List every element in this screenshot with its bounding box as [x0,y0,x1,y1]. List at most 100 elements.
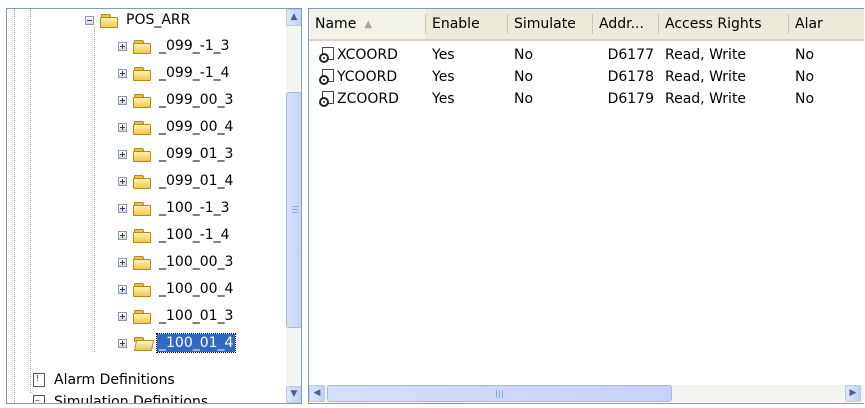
tree-node-folder[interactable]: _100_00_4 [118,279,235,299]
expand-toggle-icon[interactable] [118,203,127,213]
expand-toggle-icon[interactable] [118,41,127,51]
tree-node-label: _099_00_4 [159,119,234,135]
column-header-simulate[interactable]: Simulate [508,9,593,39]
tree-node-label: POS_ARR [126,12,191,28]
folder-icon [133,93,152,108]
cell-access-rights: Read, Write [665,69,747,85]
cell-address: D6177 [607,47,654,63]
cell-address: D6179 [607,91,654,107]
tree-node-folder[interactable]: _099_01_4 [118,171,235,191]
folder-icon [133,201,152,216]
folder-icon [133,174,152,189]
expand-toggle-icon[interactable] [118,230,127,240]
tree-node-folder[interactable]: _100_-1_3 [118,198,232,218]
cell-name: ZCOORD [309,91,426,107]
tree-node-alarm-definitions[interactable]: ! Alarm Definitions [31,370,177,390]
tree-node-label: _100_00_4 [159,281,234,297]
tree-node-label: _100_01_3 [159,308,234,324]
collapse-toggle-icon[interactable] [85,15,94,25]
cell-simulate: No [514,47,534,63]
tree-node-label: _099_-1_3 [159,38,230,54]
tag-icon [319,47,335,63]
folder-icon [133,255,152,270]
cell-simulate: No [514,69,534,85]
tree-node-folder[interactable]: _099_00_4 [118,117,235,137]
folder-icon [133,309,152,324]
column-header-label: Access Rights [665,16,762,32]
column-header-address[interactable]: Addr... [593,9,659,39]
cell-enable: Yes [432,47,455,63]
folder-icon [133,39,152,54]
cell-enable: Yes [432,91,455,107]
list-horizontal-scrollbar[interactable]: ◀ ▶ [309,385,864,402]
scroll-up-button[interactable]: ▲ [286,9,301,26]
tree-node-label: _100_-1_3 [159,200,230,216]
expand-toggle-icon[interactable] [118,176,127,186]
column-header-enable[interactable]: Enable [426,9,508,39]
expand-toggle-icon[interactable] [118,284,127,294]
table-row[interactable]: YCOORD Yes No D6178 Read, Write No [309,67,849,87]
tree-node-folder[interactable]: _099_01_3 [118,144,235,164]
tag-icon [319,69,335,85]
expand-toggle-icon[interactable] [118,95,127,105]
cell-address: D6178 [607,69,654,85]
tree-node-folder[interactable]: _099_00_3 [118,90,235,110]
column-header-label: Enable [432,16,480,32]
cell-alarm: No [795,47,815,63]
tree-node-label: _100_-1_4 [159,227,230,243]
table-row[interactable]: XCOORD Yes No D6177 Read, Write No [309,45,849,65]
folder-icon [133,147,152,162]
tree-node-folder[interactable]: _100_01_3 [118,306,235,326]
tag-icon [319,91,335,107]
tree-node-folder[interactable]: _100_-1_4 [118,225,232,245]
cell-access-rights: Read, Write [665,91,747,107]
expand-toggle-icon[interactable] [118,338,127,348]
scroll-thumb[interactable] [286,92,301,328]
scroll-left-button[interactable]: ◀ [309,385,325,402]
tree-node-label: _100_00_3 [159,254,234,270]
folder-icon [133,228,152,243]
scroll-right-button[interactable]: ▶ [845,385,861,402]
expand-toggle-icon[interactable] [118,257,127,267]
simulation-definitions-icon: ~ [31,394,47,403]
tag-tree-pane[interactable]: POS_ARR _099_-1_3 _099_-1_4 _099_00_3 _0… [6,8,302,404]
column-header-label: Name [315,16,357,32]
column-header-alarm[interactable]: Alar [789,9,864,39]
cell-alarm: No [795,91,815,107]
expand-toggle-icon[interactable] [118,149,127,159]
tree-node-folder[interactable]: _099_-1_3 [118,36,232,56]
scroll-down-button[interactable]: ▼ [286,386,301,403]
tree-guide-line [14,9,15,403]
tree-vertical-scrollbar[interactable]: ▲ ▼ [286,9,301,403]
column-header-label: Alar [795,16,823,32]
tree-node-label: Alarm Definitions [54,372,175,388]
table-row[interactable]: ZCOORD Yes No D6179 Read, Write No [309,89,849,109]
tree-node-pos-arr[interactable]: POS_ARR [85,10,192,30]
tag-list-pane[interactable]: Name ▲ Enable Simulate Addr... Access Ri… [308,8,864,404]
column-header-label: Simulate [514,16,576,32]
expand-toggle-icon[interactable] [118,68,127,78]
tree-node-label: _100_01_4 [155,333,237,353]
expand-toggle-icon[interactable] [118,311,127,321]
cell-simulate: No [514,91,534,107]
cell-enable: Yes [432,69,455,85]
tree-node-folder-selected[interactable]: _100_01_4 [118,333,237,353]
tree-node-label: Simulation Definitions [54,394,209,404]
cell-access-rights: Read, Write [665,47,747,63]
tree-node-folder[interactable]: _100_00_3 [118,252,235,272]
expand-toggle-icon[interactable] [118,122,127,132]
folder-icon [133,282,152,297]
folder-icon [133,120,152,135]
tree-node-folder[interactable]: _099_-1_4 [118,63,232,83]
cell-alarm: No [795,69,815,85]
column-header-access-rights[interactable]: Access Rights [659,9,789,39]
tree-node-label: _099_01_4 [159,173,234,189]
alarm-definitions-icon: ! [31,372,47,388]
scroll-thumb[interactable] [327,385,672,402]
tree-node-label: _099_01_3 [159,146,234,162]
open-folder-icon [133,336,155,351]
tree-node-simulation-definitions[interactable]: ~ Simulation Definitions [31,392,210,404]
cell-name: YCOORD [309,69,426,85]
column-header-name[interactable]: Name ▲ [309,9,426,39]
tree-node-label: _099_-1_4 [159,65,230,81]
